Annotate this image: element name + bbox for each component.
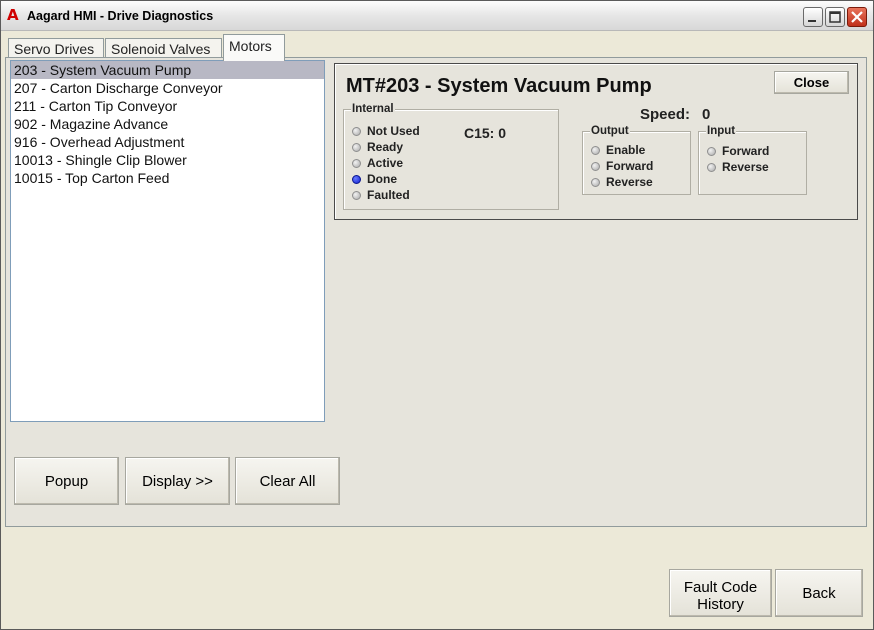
detail-close-button[interactable]: Close (774, 71, 849, 94)
indicator-led-icon (352, 159, 361, 168)
close-window-button[interactable] (847, 7, 867, 27)
maximize-icon (829, 11, 841, 23)
app-window: A Aagard HMI - Drive Diagnostics Servo D… (0, 0, 874, 630)
indicator-led-icon (352, 127, 361, 136)
minimize-button[interactable] (803, 7, 823, 27)
popup-button[interactable]: Popup (14, 457, 119, 505)
back-button[interactable]: Back (775, 569, 863, 617)
indicator-led-icon (352, 191, 361, 200)
indicator-led-icon (707, 147, 716, 156)
internal-group-label: Internal (351, 103, 395, 116)
indicator-input-forward: Forward (707, 143, 769, 159)
internal-status-group: Internal C15: 0 Not Used Ready Active Do… (343, 103, 559, 210)
list-item[interactable]: 211 - Carton Tip Conveyor (11, 97, 324, 115)
client-area: Servo Drives Solenoid Valves Motors 203 … (5, 31, 869, 627)
indicator-led-icon (352, 143, 361, 152)
indicator-led-icon (591, 178, 600, 187)
list-item[interactable]: 207 - Carton Discharge Conveyor (11, 79, 324, 97)
list-item[interactable]: 10013 - Shingle Clip Blower (11, 151, 324, 169)
output-group-label: Output (590, 125, 630, 138)
indicator-led-icon (591, 162, 600, 171)
fault-code-history-button[interactable]: Fault Code History (669, 569, 772, 617)
indicator-output-reverse: Reverse (591, 174, 653, 190)
display-button[interactable]: Display >> (125, 457, 230, 505)
speed-label: Speed: (640, 106, 691, 123)
tab-motors[interactable]: Motors (223, 34, 285, 61)
maximize-button[interactable] (825, 7, 845, 27)
output-status-group: Output Enable Forward Reverse (582, 125, 691, 195)
motor-listbox[interactable]: 203 - System Vacuum Pump 207 - Carton Di… (10, 60, 325, 422)
indicator-output-enable: Enable (591, 142, 645, 158)
list-item[interactable]: 916 - Overhead Adjustment (11, 133, 324, 151)
window-title: Aagard HMI - Drive Diagnostics (27, 9, 214, 23)
indicator-input-reverse: Reverse (707, 159, 769, 175)
motor-detail-group: MT#203 - System Vacuum Pump Close Speed:… (334, 63, 858, 220)
minimize-icon (808, 20, 816, 22)
list-item[interactable]: 203 - System Vacuum Pump (11, 61, 324, 79)
clear-all-button[interactable]: Clear All (235, 457, 340, 505)
app-logo-icon: A (7, 6, 19, 24)
motors-tab-panel: 203 - System Vacuum Pump 207 - Carton Di… (5, 57, 867, 527)
c15-readout: C15: 0 (464, 125, 507, 141)
indicator-ready: Ready (352, 139, 403, 155)
indicator-faulted: Faulted (352, 187, 410, 203)
list-item[interactable]: 902 - Magazine Advance (11, 115, 324, 133)
speed-value: 0 (702, 106, 711, 123)
indicator-led-icon (352, 175, 361, 184)
indicator-led-icon (707, 163, 716, 172)
close-icon (851, 11, 863, 23)
motor-detail-title: MT#203 - System Vacuum Pump (346, 75, 652, 97)
input-status-group: Input Forward Reverse (698, 125, 807, 195)
list-item[interactable]: 10015 - Top Carton Feed (11, 169, 324, 187)
indicator-output-forward: Forward (591, 158, 653, 174)
indicator-done: Done (352, 171, 397, 187)
title-bar[interactable]: A Aagard HMI - Drive Diagnostics (1, 1, 873, 31)
input-group-label: Input (706, 125, 737, 138)
indicator-active: Active (352, 155, 403, 171)
indicator-led-icon (591, 146, 600, 155)
indicator-not-used: Not Used (352, 123, 420, 139)
